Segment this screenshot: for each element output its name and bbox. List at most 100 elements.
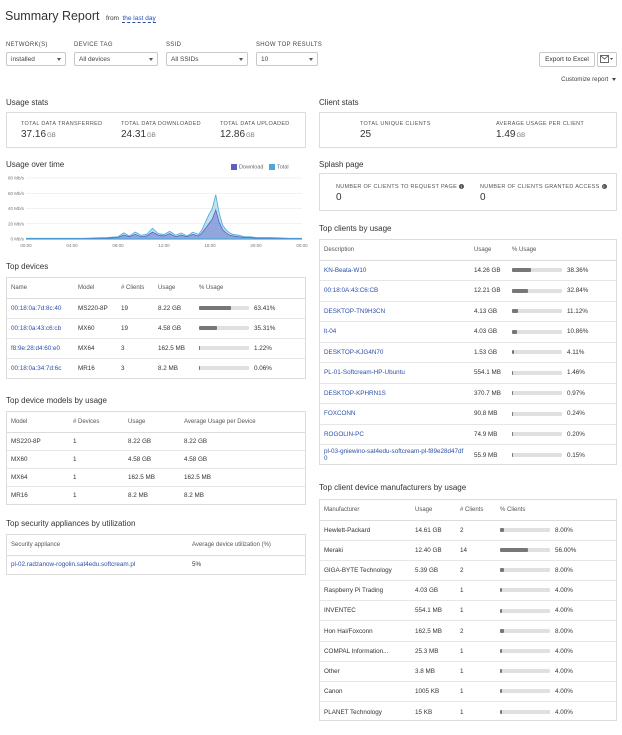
col-model[interactable]: Model	[7, 412, 69, 433]
usage-over-time-title: Usage over time	[6, 160, 65, 169]
col-clients[interactable]: # Clients	[117, 278, 154, 299]
total-transferred-label: TOTAL DATA TRANSFERRED	[21, 121, 103, 127]
top-results-filter-label: SHOW TOP RESULTS	[256, 42, 323, 48]
col-model[interactable]: Model	[74, 278, 117, 299]
col-usage[interactable]: Usage	[124, 412, 180, 433]
table-row: pl-02.radzanow-rogolin.sat4edu.softcream…	[7, 555, 305, 574]
table-row: GIGA-BYTE Technology 5.39 GB 2 8.00%	[320, 560, 616, 582]
top-results-select[interactable]: 10	[256, 52, 318, 66]
client-description-link[interactable]: ROGOLIN-PC	[320, 424, 470, 445]
total-transferred-number: 37.16	[21, 129, 47, 140]
usage-bar-fill	[512, 268, 532, 273]
usage-percent: 0.97%	[567, 389, 585, 397]
device-name-link[interactable]: 00:18:0a:43:c6:cb	[7, 318, 74, 339]
y-tick-label: 60 Mb/s	[8, 191, 25, 196]
manufacturer-clients: 1	[460, 708, 464, 716]
usage-over-time-chart: 0 Mb/s 20 Mb/s 40 Mb/s 60 Mb/s 80 Mb/s 00:00 0…	[8, 176, 308, 249]
device-tag-select[interactable]: All devices	[74, 52, 158, 66]
info-icon[interactable]: i	[459, 184, 465, 190]
usage-bar	[500, 628, 550, 633]
manufacturer-clients: 1	[456, 580, 496, 602]
device-name-link[interactable]: 00:18:0a:7d:8c:40	[7, 298, 74, 319]
unique-clients-value: 25	[360, 129, 372, 140]
usage-bar-fill	[500, 608, 502, 613]
total-uploaded-number: 12.86	[220, 129, 246, 140]
network-filter-label: NETWORK(S)	[6, 42, 48, 48]
clients-granted-label-text: NUMBER OF CLIENTS GRANTED ACCESS	[480, 184, 600, 190]
top-results-select-value: 10	[261, 56, 269, 63]
time-range-selector[interactable]: the last day	[122, 15, 156, 23]
client-description-link[interactable]: lt-04	[320, 321, 470, 343]
client-description-link[interactable]: 00:18:0A:43:C6:CB	[320, 280, 470, 302]
top-clients-panel: Description Usage % Usage KN-Beata-W10 14…	[319, 239, 617, 465]
usage-bar-fill	[500, 568, 504, 573]
top-devices-title: Top devices	[6, 262, 49, 271]
col-manufacturer[interactable]: Manufacturer	[320, 500, 411, 521]
x-tick-label: 20:00	[250, 243, 262, 248]
total-uploaded-value: 12.86GB	[220, 129, 255, 140]
client-description-link[interactable]: DESKTOP-KPHRN1S	[320, 383, 470, 404]
usage-percent: 8.00%	[555, 627, 573, 635]
clients-granted-value: 0	[480, 192, 486, 203]
col-pct-clients[interactable]: % Clients	[496, 500, 616, 521]
top-security-table: Security appliance Average device utiliz…	[7, 535, 305, 574]
x-tick-label: 08:00	[112, 243, 124, 248]
device-clients: 19	[117, 298, 154, 319]
usage-percent: 4.00%	[555, 647, 573, 655]
usage-stats-title: Usage stats	[6, 98, 49, 107]
page-title-text: Summary Report	[5, 9, 100, 23]
device-usage: 8.2 MB	[158, 364, 178, 372]
col-security-appliance[interactable]: Security appliance	[7, 535, 188, 556]
email-report-button[interactable]	[597, 52, 617, 67]
device-name-link[interactable]: f8:9e:28:d4:60:e0	[7, 338, 74, 359]
device-usage: 4.58 GB	[154, 318, 195, 339]
usage-bar	[199, 345, 249, 350]
manufacturer-usage: 12.40 GB	[411, 540, 456, 561]
total-downloaded-number: 24.31	[121, 129, 147, 140]
usage-percent: 0.06%	[254, 364, 272, 372]
manufacturer-pct-clients: 4.00%	[496, 641, 616, 662]
col-pct-usage[interactable]: % Usage	[195, 278, 305, 299]
client-description-link[interactable]: DESKTOP-KJG4N70	[320, 342, 470, 363]
customize-report-dropdown[interactable]: Customize report	[561, 76, 616, 83]
unique-clients-label: TOTAL UNIQUE CLIENTS	[360, 121, 431, 127]
model-name: MS220-8P	[7, 432, 69, 451]
col-pct-usage[interactable]: % Usage	[508, 240, 616, 261]
client-description-link[interactable]: DESKTOP-TN9H3CN	[320, 301, 470, 322]
network-select[interactable]: installed	[6, 52, 66, 66]
col-description[interactable]: Description	[320, 240, 470, 261]
info-icon[interactable]: i	[601, 184, 607, 190]
ssid-select[interactable]: All SSIDs	[166, 52, 248, 66]
client-stats-panel: TOTAL UNIQUE CLIENTS 25 AVERAGE USAGE PE…	[319, 112, 617, 148]
model-usage: 162.5 MB	[124, 468, 180, 487]
security-utilization: 5%	[192, 561, 202, 569]
manufacturer-name: Canon	[320, 681, 411, 703]
col-usage[interactable]: Usage	[470, 240, 508, 261]
client-description-link[interactable]: PL-01-Softcream-HP-Ubuntu	[320, 362, 470, 384]
usage-percent: 56.00%	[555, 546, 577, 554]
col-name[interactable]: Name	[7, 278, 74, 299]
clients-request-label: NUMBER OF CLIENTS TO REQUEST PAGE i	[336, 184, 465, 190]
usage-percent: 4.00%	[555, 667, 573, 675]
client-description-link[interactable]: pl-03-gniewino-sat4edu-softcream-pl-f89e…	[320, 445, 470, 466]
client-description-link[interactable]: FOXCONN	[320, 403, 470, 425]
usage-bar-fill	[500, 709, 502, 714]
manufacturer-clients: 1	[456, 641, 496, 662]
device-name-link[interactable]: 00:18:0a:34:7d:6c	[7, 358, 74, 378]
export-excel-button[interactable]: Export to Excel	[539, 52, 595, 67]
device-model: MX64	[74, 338, 117, 359]
client-usage: 12.21 GB	[470, 280, 508, 302]
col-usage[interactable]: Usage	[154, 278, 195, 299]
col-avg-utilization[interactable]: Average device utilization (%)	[188, 535, 305, 556]
client-description-link[interactable]: KN-Beata-W10	[320, 260, 470, 281]
usage-bar	[500, 649, 550, 654]
usage-bar	[512, 268, 562, 273]
top-manufacturers-table: Manufacturer Usage # Clients % Clients H…	[320, 500, 616, 722]
usage-percent: 35.31%	[254, 324, 276, 332]
security-appliance-link[interactable]: pl-02.radzanow-rogolin.sat4edu.softcream…	[7, 555, 188, 574]
col-clients[interactable]: # Clients	[456, 500, 496, 521]
col-devices[interactable]: # Devices	[69, 412, 124, 433]
col-usage[interactable]: Usage	[411, 500, 456, 521]
col-avg-usage[interactable]: Average Usage per Device	[180, 412, 305, 433]
device-tag-select-value: All devices	[79, 56, 111, 63]
